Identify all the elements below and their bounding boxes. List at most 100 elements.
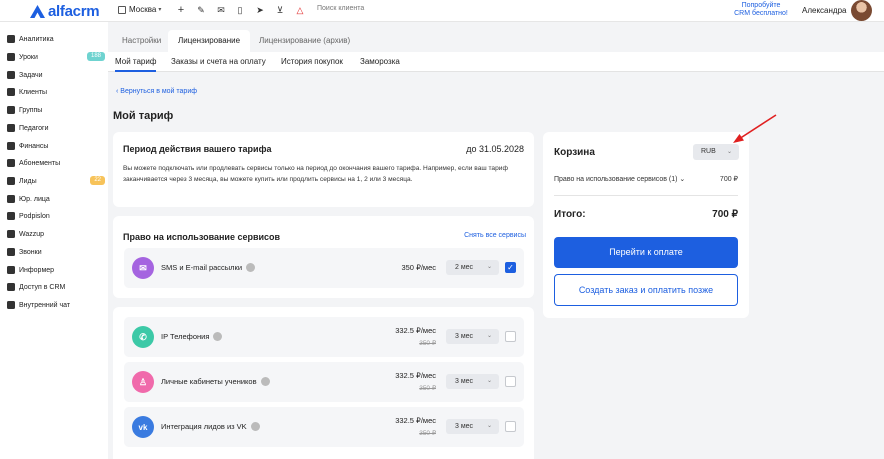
sidebar-item-lessons[interactable]: Уроки 188: [7, 50, 105, 64]
period-select-value: 2 мес: [455, 264, 474, 271]
period-select[interactable]: 2 мес ⌄: [446, 260, 499, 275]
sidebar-item-wazzup[interactable]: Wazzup: [7, 227, 105, 241]
sidebar-item-teachers[interactable]: Педагоги: [7, 121, 105, 135]
bell-icon[interactable]: △: [294, 4, 306, 16]
telegram-icon[interactable]: ➤: [254, 4, 266, 16]
service-row: ✉ SMS и E-mail рассылки 350 ₽/мес 2 мес ⌄…: [124, 248, 524, 288]
teacher-icon: [7, 124, 15, 132]
cart-line-text: Право на использование сервисов (1): [554, 176, 678, 183]
create-order-button[interactable]: Создать заказ и оплатить позже: [554, 274, 738, 306]
cart-icon[interactable]: ⊻: [274, 4, 286, 16]
page-title: Мой тариф: [113, 110, 174, 122]
info-icon[interactable]: [213, 332, 223, 341]
total-value: 700 ₽: [712, 209, 738, 220]
service-name: Личные кабинеты учеников: [161, 377, 270, 386]
city-selector[interactable]: Москва ▾: [118, 5, 161, 14]
sidebar-item-internal-chat[interactable]: Внутренний чат: [7, 298, 105, 312]
mobile-icon[interactable]: ▯: [234, 4, 246, 16]
service-row: ✆ IP Телефония 332.5 ₽/мес 350 ₽ 3 мес ⌄: [124, 317, 524, 357]
service-name: SMS и E-mail рассылки: [161, 263, 256, 272]
service-price: 332.5 ₽/мес: [395, 371, 436, 380]
tab-purchase-history[interactable]: История покупок: [281, 52, 343, 72]
sidebar-item-podpislon[interactable]: Podpislon: [7, 209, 105, 223]
sidebar-item-label: Педагоги: [19, 124, 49, 132]
info-icon[interactable]: [250, 422, 260, 431]
period-select[interactable]: 3 мес ⌄: [446, 419, 499, 434]
period-date: до 31.05.2028: [466, 144, 524, 154]
tariff-period-card: Период действия вашего тарифа до 31.05.2…: [113, 132, 534, 207]
tab-settings[interactable]: Настройки: [122, 30, 161, 52]
service-checkbox[interactable]: ✓: [505, 262, 516, 273]
service-old-price: 350 ₽: [419, 430, 436, 437]
sidebar-item-groups[interactable]: Группы: [7, 103, 105, 117]
sidebar-item-analytics[interactable]: Аналитика: [7, 32, 105, 46]
sidebar-item-label: Wazzup: [19, 230, 45, 238]
sidebar-item-informer[interactable]: Информер: [7, 263, 105, 277]
period-title: Период действия вашего тарифа: [123, 144, 272, 154]
ticket-icon: [7, 159, 15, 167]
cart-line-label[interactable]: Право на использование сервисов (1) ⌄: [554, 175, 685, 183]
chart-icon: [7, 35, 15, 43]
sidebar-item-clients[interactable]: Клиенты: [7, 85, 105, 99]
settings-tabs: Настройки Лицензирование Лицензирование …: [108, 30, 884, 52]
unselect-all-link[interactable]: Снять все сервисы: [464, 232, 526, 239]
phone-icon: [7, 248, 15, 256]
sidebar-item-label: Информер: [19, 266, 55, 274]
user-icon: [7, 88, 15, 96]
info-icon[interactable]: [246, 263, 256, 272]
service-checkbox[interactable]: [505, 421, 516, 432]
service-old-price: 350 ₽: [419, 340, 436, 347]
service-checkbox[interactable]: [505, 331, 516, 342]
total-label: Итого:: [554, 209, 586, 220]
chevron-down-icon: ⌄: [486, 264, 492, 270]
period-select[interactable]: 3 мес ⌄: [446, 374, 499, 389]
chevron-down-icon: ⌄: [486, 333, 492, 339]
vk-icon: vk: [132, 416, 154, 438]
tab-my-tariff[interactable]: Мой тариф: [115, 52, 157, 72]
proceed-to-payment-button[interactable]: Перейти к оплате: [554, 237, 738, 268]
wrench-icon[interactable]: ✎: [195, 4, 207, 16]
sidebar-item-finance[interactable]: Финансы: [7, 139, 105, 153]
mail-icon[interactable]: ✉: [215, 4, 227, 16]
sidebar-item-subscriptions[interactable]: Абонементы: [7, 156, 105, 170]
sidebar-item-crm-access[interactable]: Доступ в CRM: [7, 280, 105, 294]
tab-orders-invoices[interactable]: Заказы и счета на оплату: [171, 52, 266, 72]
currency-select[interactable]: RUB ⌄: [693, 144, 739, 160]
service-name-text: Интеграция лидов из VK: [161, 422, 247, 431]
sidebar-item-label: Абонементы: [19, 159, 61, 167]
info-icon[interactable]: [260, 377, 270, 386]
sidebar-item-leads[interactable]: Лиды 22: [7, 174, 105, 188]
sidebar-item-calls[interactable]: Звонки: [7, 245, 105, 259]
sidebar-item-label: Внутренний чат: [19, 301, 71, 309]
sidebar-item-label: Группы: [19, 106, 43, 114]
book-icon: [7, 53, 15, 61]
avatar[interactable]: [851, 0, 872, 21]
sidebar-item-label: Клиенты: [19, 88, 48, 96]
back-link[interactable]: ‹ Вернуться в мой тариф: [116, 88, 197, 95]
sidebar-item-legal-entities[interactable]: Юр. лица: [7, 192, 105, 206]
back-link-label: Вернуться в мой тариф: [120, 88, 197, 95]
service-name: Интеграция лидов из VK: [161, 422, 260, 431]
service-row: ♙ Личные кабинеты учеников 332.5 ₽/мес 3…: [124, 362, 524, 402]
search-input[interactable]: Поиск клиента: [317, 5, 364, 12]
phone-icon: ✆: [132, 326, 154, 348]
promo-link[interactable]: Попробуйте CRM бесплатно!: [730, 2, 792, 18]
period-select[interactable]: 3 мес ⌄: [446, 329, 499, 344]
service-row: vk Интеграция лидов из VK 332.5 ₽/мес 35…: [124, 407, 524, 447]
service-checkbox[interactable]: [505, 376, 516, 387]
top-bar: alfacrm Москва ▾ + ✎ ✉ ▯ ➤ ⊻ △ Поиск кли…: [0, 0, 884, 22]
city-label: Москва: [129, 5, 157, 14]
tab-freeze[interactable]: Заморозка: [360, 52, 400, 72]
tab-licensing-archive[interactable]: Лицензирование (архив): [259, 30, 350, 52]
services-title: Право на использование сервисов: [123, 232, 281, 242]
service-old-price: 350 ₽: [419, 385, 436, 392]
logo[interactable]: alfacrm: [30, 3, 100, 20]
user-name[interactable]: Александра: [802, 6, 846, 15]
clipboard-icon: [7, 71, 15, 79]
cart-line-value: 700 ₽: [719, 176, 738, 183]
plus-icon[interactable]: +: [175, 4, 187, 16]
sidebar-item-tasks[interactable]: Задачи: [7, 68, 105, 82]
service-price: 332.5 ₽/мес: [395, 326, 436, 335]
period-description: Вы можете подключать или продлевать серв…: [123, 165, 508, 183]
tab-licensing[interactable]: Лицензирование: [168, 30, 251, 52]
